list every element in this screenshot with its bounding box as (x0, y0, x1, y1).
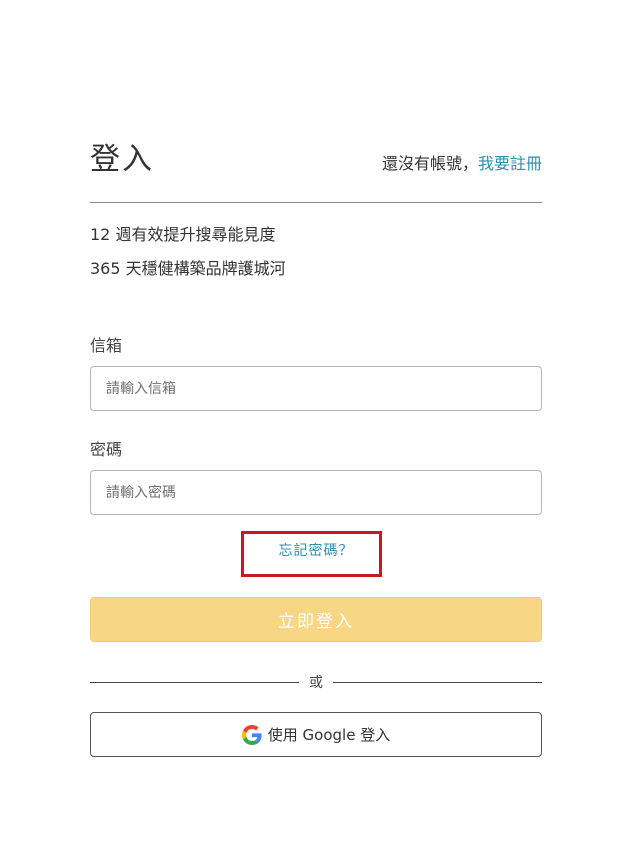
signup-link[interactable]: 我要註冊 (478, 154, 542, 173)
page-title: 登入 (90, 142, 154, 177)
login-header: 登入 還沒有帳號，我要註冊 (90, 140, 542, 203)
divider-line-right (333, 682, 542, 683)
google-login-label: 使用 Google 登入 (267, 726, 391, 744)
password-label: 密碼 (90, 440, 123, 459)
login-button[interactable]: 立即登入 (90, 597, 542, 642)
or-divider: 或 (90, 672, 542, 694)
google-login-button[interactable]: 使用 Google 登入 (90, 712, 542, 757)
login-panel: 登入 還沒有帳號，我要註冊 12 週有效提升搜尋能見度 365 天穩健構築品牌護… (90, 140, 542, 757)
forgot-password-area: 忘記密碼？ (90, 531, 542, 597)
email-label: 信箱 (90, 336, 123, 355)
benefit-item: 365 天穩健構築品牌護城河 (90, 259, 286, 278)
benefit-item: 12 週有效提升搜尋能見度 (90, 225, 276, 244)
signup-prompt-text: 還沒有帳號， (381, 154, 478, 173)
password-field[interactable] (90, 470, 542, 515)
email-field[interactable] (90, 366, 542, 411)
benefits-list: 12 週有效提升搜尋能見度 365 天穩健構築品牌護城河 (90, 218, 542, 286)
forgot-password-link[interactable]: 忘記密碼？ (90, 541, 542, 561)
signup-prompt: 還沒有帳號，我要註冊 (382, 153, 542, 175)
or-label: 或 (309, 675, 323, 691)
google-icon (241, 724, 262, 745)
